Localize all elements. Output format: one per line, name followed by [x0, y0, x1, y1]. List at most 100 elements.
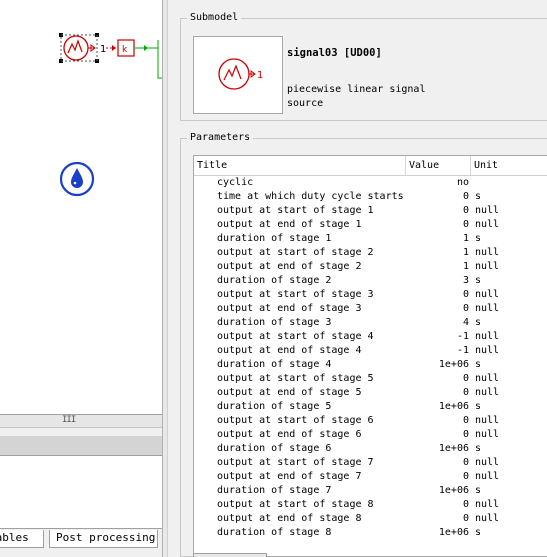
splitter-grip-icon[interactable]: III — [62, 415, 76, 425]
parameter-value[interactable]: 0 — [406, 386, 469, 400]
parameter-value[interactable]: 4 — [406, 316, 469, 330]
table-row[interactable]: duration of stage 5 1e+06 s — [194, 400, 547, 414]
parameter-value[interactable]: 3 — [406, 274, 469, 288]
parameter-unit: null — [475, 415, 500, 426]
table-row[interactable]: output at start of stage 7 0 null — [194, 456, 547, 470]
parameter-value[interactable]: 1e+06 — [406, 484, 469, 498]
submodel-legend: Submodel — [187, 12, 242, 23]
gain-block[interactable]: k — [117, 39, 135, 57]
parameter-value[interactable]: 1e+06 — [406, 358, 469, 372]
parameter-unit: s — [475, 359, 482, 370]
table-body: cyclic no time at which duty cycle starts 0… — [194, 176, 547, 540]
parameter-value[interactable]: 0 — [406, 470, 469, 484]
parameter-value[interactable]: 1e+06 — [406, 526, 469, 540]
gain-label: k — [122, 45, 128, 55]
parameter-value[interactable]: 0 — [406, 204, 469, 218]
table-row[interactable]: duration of stage 3 4s — [194, 316, 547, 330]
parameter-value[interactable]: no — [406, 176, 469, 190]
tab-post-processing[interactable]: Post processing — [49, 530, 158, 548]
parameter-value[interactable]: -1 — [406, 344, 469, 358]
table-row[interactable]: duration of stage 7 1e+06 s — [194, 484, 547, 498]
table-row[interactable]: output at end of stage 1 0 null — [194, 218, 547, 232]
parameter-value[interactable]: 0 — [406, 190, 469, 204]
table-row[interactable]: output at start of stage 1 0 null — [194, 204, 547, 218]
table-row[interactable]: output at start of stage 8 0 null — [194, 498, 547, 512]
parameter-value[interactable]: 0 — [406, 288, 469, 302]
table-row[interactable]: duration of stage 1 1s — [194, 232, 547, 246]
parameter-unit: null — [475, 345, 500, 356]
parameter-value[interactable]: 0 — [406, 512, 469, 526]
bottom-button[interactable] — [193, 553, 267, 557]
parameter-unit: null — [475, 387, 500, 398]
table-row[interactable]: output at end of stage 7 0 null — [194, 470, 547, 484]
sketch-canvas[interactable]: 1 k — [0, 0, 162, 414]
table-row[interactable]: duration of stage 4 1e+06 s — [194, 358, 547, 372]
parameter-value[interactable]: -1 — [406, 330, 469, 344]
signal-source-component[interactable] — [59, 33, 99, 63]
parameters-table[interactable]: Title Value Unit cyclic no time at which d… — [193, 155, 547, 557]
table-row[interactable]: output at end of stage 3 0 null — [194, 302, 547, 316]
parameter-title: output at end of stage 5 — [217, 387, 362, 398]
table-row[interactable]: output at start of stage 3 0 null — [194, 288, 547, 302]
parameter-title: time at which duty cycle starts — [217, 191, 404, 202]
parameter-title: output at end of stage 6 — [217, 429, 362, 440]
table-row[interactable]: output at end of stage 5 0 null — [194, 386, 547, 400]
table-row[interactable]: output at end of stage 6 0 null — [194, 428, 547, 442]
parameter-value[interactable]: 0 — [406, 456, 469, 470]
lower-panel-tabs: iables Post processing — [0, 530, 162, 557]
parameter-value[interactable]: 0 — [406, 414, 469, 428]
horizontal-splitter[interactable]: III — [0, 414, 162, 428]
table-row[interactable]: output at end of stage 2 1 null — [194, 260, 547, 274]
table-row[interactable]: output at end of stage 4 -1 null — [194, 344, 547, 358]
lower-panel-content — [0, 456, 162, 529]
parameter-unit: null — [475, 513, 500, 524]
parameter-unit: null — [475, 429, 500, 440]
parameter-value[interactable]: 0 — [406, 372, 469, 386]
parameter-unit: null — [475, 331, 500, 342]
parameter-value[interactable]: 1e+06 — [406, 442, 469, 456]
table-row[interactable]: cyclic no — [194, 176, 547, 190]
lower-panel-header — [0, 436, 162, 456]
table-row[interactable]: duration of stage 2 3s — [194, 274, 547, 288]
parameter-unit: null — [475, 261, 500, 272]
icon-port-label: 1 — [257, 70, 263, 81]
table-row[interactable]: duration of stage 6 1e+06 s — [194, 442, 547, 456]
parameter-value[interactable]: 1 — [406, 260, 469, 274]
parameter-title: output at end of stage 4 — [217, 345, 362, 356]
table-row[interactable]: duration of stage 8 1e+06 s — [194, 526, 547, 540]
parameter-unit: s — [475, 191, 482, 202]
parameter-title: duration of stage 5 — [217, 401, 332, 412]
table-row[interactable]: output at end of stage 8 0 null — [194, 512, 547, 526]
parameter-title: cyclic — [217, 177, 254, 188]
hydraulic-tank-icon[interactable] — [59, 161, 95, 197]
tab-variables[interactable]: iables — [0, 530, 44, 548]
parameter-value[interactable]: 0 — [406, 218, 469, 232]
table-row[interactable]: time at which duty cycle starts 0 s — [194, 190, 547, 204]
parameter-unit: null — [475, 219, 500, 230]
parameter-value[interactable]: 0 — [406, 428, 469, 442]
parameter-title: duration of stage 7 — [217, 485, 332, 496]
table-row[interactable]: output at start of stage 6 0 null — [194, 414, 547, 428]
submodel-name: signal03 [UD00] — [287, 47, 382, 59]
parameter-unit: s — [475, 275, 482, 286]
table-row[interactable]: output at start of stage 2 1 null — [194, 246, 547, 260]
parameter-value[interactable]: 1 — [406, 246, 469, 260]
parameter-value[interactable]: 0 — [406, 302, 469, 316]
column-header-unit[interactable]: Unit — [471, 156, 547, 175]
table-row[interactable]: output at start of stage 4 -1 null — [194, 330, 547, 344]
parameter-unit: null — [475, 303, 500, 314]
table-row[interactable]: output at start of stage 5 0 null — [194, 372, 547, 386]
canvas-drawing: 1 k — [59, 33, 162, 197]
table-header: Title Value Unit — [194, 156, 547, 176]
parameter-value[interactable]: 1e+06 — [406, 400, 469, 414]
parameter-unit: null — [475, 205, 500, 216]
parameter-unit: s — [475, 527, 482, 538]
parameter-title: duration of stage 6 — [217, 443, 332, 454]
signal-source-icon: 1 — [218, 58, 263, 90]
parameter-unit: null — [475, 471, 500, 482]
parameter-value[interactable]: 1 — [406, 232, 469, 246]
column-header-title[interactable]: Title — [194, 156, 406, 175]
column-header-value[interactable]: Value — [406, 156, 471, 175]
parameter-value[interactable]: 0 — [406, 498, 469, 512]
parameter-title: output at end of stage 3 — [217, 303, 362, 314]
